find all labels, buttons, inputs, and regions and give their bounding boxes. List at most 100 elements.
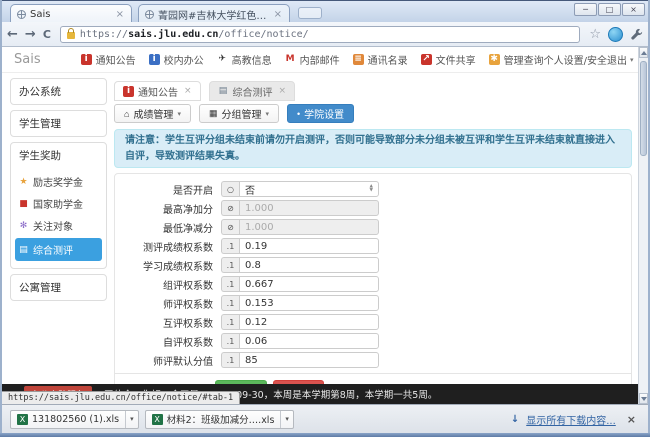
scrollbar-thumb[interactable] xyxy=(640,61,647,156)
tab-label: 综合测评 xyxy=(233,84,273,99)
admin-query-icon: ✱ xyxy=(489,54,500,65)
scroll-up-arrow[interactable] xyxy=(639,47,648,58)
forward-button[interactable]: → xyxy=(25,28,36,41)
sidebar-section-student-awards: 学生奖助 ★励志奖学金 ■国家助学金 ✻关注对象 ▤综合测评 xyxy=(10,142,107,269)
globe-favicon xyxy=(145,10,154,19)
sidebar-item-watch-targets[interactable]: ✻关注对象 xyxy=(15,216,102,235)
campus-office-icon: i xyxy=(149,54,160,65)
tab-close-icon[interactable]: × xyxy=(184,86,192,96)
field-input-eval-score-weight[interactable] xyxy=(239,238,379,254)
input-group-teacher-eval-weight: .1 xyxy=(221,295,379,311)
wrench-menu-icon[interactable] xyxy=(630,28,643,41)
field-input-teacher-eval-weight[interactable] xyxy=(239,295,379,311)
window-controls: ─ □ × xyxy=(574,3,645,16)
field-input-study-score-weight[interactable] xyxy=(239,257,379,273)
field-input-self-eval-weight[interactable] xyxy=(239,333,379,349)
show-all-downloads-link[interactable]: 显示所有下载内容... xyxy=(526,412,616,427)
field-label-self-eval-weight: 自评权系数 xyxy=(121,334,221,349)
input-group-study-score-weight: .1 xyxy=(221,257,379,273)
sidebar-section-header-apartment-management[interactable]: 公寓管理 xyxy=(11,275,106,300)
input-group-teacher-default-score: .1 xyxy=(221,352,379,368)
nav-item-6[interactable]: ✱管理查询 xyxy=(489,52,544,67)
field-label-teacher-default-score: 师评默认分值 xyxy=(121,353,221,368)
sidebar-item-inspiration-scholarship[interactable]: ★励志奖学金 xyxy=(15,172,102,191)
field-input-group-eval-weight[interactable] xyxy=(239,276,379,292)
nav-menu: i通知公告 i 校内办公 ✈高教信息 M内部邮件 ≡通讯名录 ↗文件共享 ✱管理查询 xyxy=(81,52,544,67)
minimize-button[interactable]: ─ xyxy=(574,3,597,16)
back-button[interactable]: ← xyxy=(7,28,18,41)
download-bar-close-icon[interactable]: × xyxy=(623,413,640,426)
college-settings-button[interactable]: •学院设置 xyxy=(287,104,354,123)
field-label-group-eval-weight: 组评权系数 xyxy=(121,277,221,292)
form-row-max-net-add: 最高净加分⊘ xyxy=(121,200,625,216)
tab-close-icon[interactable]: × xyxy=(115,9,125,20)
content-toolbar: ⌂成绩管理▾ ▦分组管理▾ •学院设置 xyxy=(114,104,632,123)
chevron-down-icon: ▾ xyxy=(265,110,269,118)
browser-toolbar: ← → C https://sais.jlu.edu.cn/office/not… xyxy=(0,22,650,47)
browser-tab-title: Sais xyxy=(30,9,111,20)
sidebar-section-header-office-system[interactable]: 办公系统 xyxy=(11,79,106,104)
disabled-icon: ⊘ xyxy=(221,200,239,216)
browser-tab-jlu-site[interactable]: 菁园网#吉林大学红色网站# × xyxy=(138,4,290,23)
form-row-teacher-eval-weight: 师评权系数.1 xyxy=(121,295,625,311)
tab-label: 通知公告 xyxy=(138,84,178,99)
field-label-min-net-sub: 最低净减分 xyxy=(121,220,221,235)
nav-item-0[interactable]: i通知公告 xyxy=(81,52,136,67)
status-bubble: https://sais.jlu.edu.cn/office/notice/#t… xyxy=(2,391,240,404)
contacts-book-icon: ≡ xyxy=(353,54,364,65)
sidebar-item-national-grant[interactable]: ■国家助学金 xyxy=(15,194,102,213)
reload-button[interactable]: C xyxy=(43,29,51,40)
url-scheme: https:// xyxy=(80,29,128,40)
input-group-group-eval-weight: .1 xyxy=(221,276,379,292)
new-tab-button[interactable] xyxy=(298,7,322,19)
field-input-peer-eval-weight[interactable] xyxy=(239,314,379,330)
field-select-enable[interactable]: 否▲▼ xyxy=(239,181,379,197)
download-item-menu-caret[interactable]: ▾ xyxy=(125,411,138,428)
group-management-button[interactable]: ▦分组管理▾ xyxy=(199,104,279,123)
sidebar-item-comprehensive-evaluation[interactable]: ▤综合测评 xyxy=(15,238,102,261)
site-brand[interactable]: Sais xyxy=(14,52,41,67)
tab-notice[interactable]: i通知公告× xyxy=(114,81,201,101)
nav-item-label: 校内办公 xyxy=(164,52,204,67)
vertical-scrollbar[interactable] xyxy=(638,47,648,404)
tab-evaluation[interactable]: ▤综合测评× xyxy=(209,81,296,101)
address-bar[interactable]: https://sais.jlu.edu.cn/office/notice/ xyxy=(60,26,580,43)
grid-icon: ▦ xyxy=(209,108,218,119)
download-item-1[interactable]: X材料2：班级加减分….xls▾ xyxy=(145,410,294,429)
nav-item-4[interactable]: ≡通讯名录 xyxy=(353,52,408,67)
download-filename: 131802560 (1).xls xyxy=(32,414,119,425)
nav-item-2[interactable]: ✈高教信息 xyxy=(217,52,272,67)
field-input-min-net-sub[interactable] xyxy=(239,219,379,235)
site-navbar: Sais i通知公告 i 校内办公 ✈高教信息 M内部邮件 ≡通讯名录 ↗文件共享 ✱管理查询… xyxy=(2,47,638,73)
download-item-main[interactable]: X材料2：班级加减分….xls xyxy=(146,411,281,428)
field-input-max-net-add[interactable] xyxy=(239,200,379,216)
scroll-down-arrow[interactable] xyxy=(639,393,648,404)
close-button[interactable]: × xyxy=(622,3,645,16)
download-filename: 材料2：班级加减分….xls xyxy=(167,412,275,426)
browser-tab-sais[interactable]: Sais × xyxy=(10,4,132,23)
field-label-enable: 是否开启 xyxy=(121,182,221,197)
extension-icon[interactable] xyxy=(608,27,623,42)
score-management-button[interactable]: ⌂成绩管理▾ xyxy=(114,104,191,123)
download-item-menu-caret[interactable]: ▾ xyxy=(280,411,293,428)
tab-close-icon[interactable]: × xyxy=(273,9,283,20)
download-bar: X131802560 (1).xls▾X材料2：班级加减分….xls▾ ↓ 显示… xyxy=(2,404,648,433)
nav-item-3[interactable]: M内部邮件 xyxy=(285,52,340,67)
nav-item-5[interactable]: ↗文件共享 xyxy=(421,52,476,67)
maximize-button[interactable]: □ xyxy=(598,3,621,16)
nav-item-1[interactable]: i 校内办公 xyxy=(149,52,204,67)
circle-icon: ○ xyxy=(221,181,239,197)
field-input-teacher-default-score[interactable] xyxy=(239,352,379,368)
download-item-main[interactable]: X131802560 (1).xls xyxy=(11,411,125,428)
sidebar-section-office-system: 办公系统 xyxy=(10,78,107,105)
content-tabs: i通知公告×▤综合测评× xyxy=(114,81,632,101)
sidebar-section-header-student-awards[interactable]: 学生奖助 xyxy=(11,143,106,168)
tab-close-icon[interactable]: × xyxy=(279,86,287,96)
bookmark-star-icon[interactable]: ☆ xyxy=(589,28,601,41)
user-menu[interactable]: 个人设置/安全退出 ▾ xyxy=(544,52,634,67)
download-item-0[interactable]: X131802560 (1).xls▾ xyxy=(10,410,139,429)
sidebar-section-items: ★励志奖学金 ■国家助学金 ✻关注对象 ▤综合测评 xyxy=(11,168,106,268)
form-row-peer-eval-weight: 互评权系数.1 xyxy=(121,314,625,330)
user-menu-label: 个人设置/安全退出 xyxy=(544,52,627,67)
sidebar-section-header-student-management[interactable]: 学生管理 xyxy=(11,111,106,136)
